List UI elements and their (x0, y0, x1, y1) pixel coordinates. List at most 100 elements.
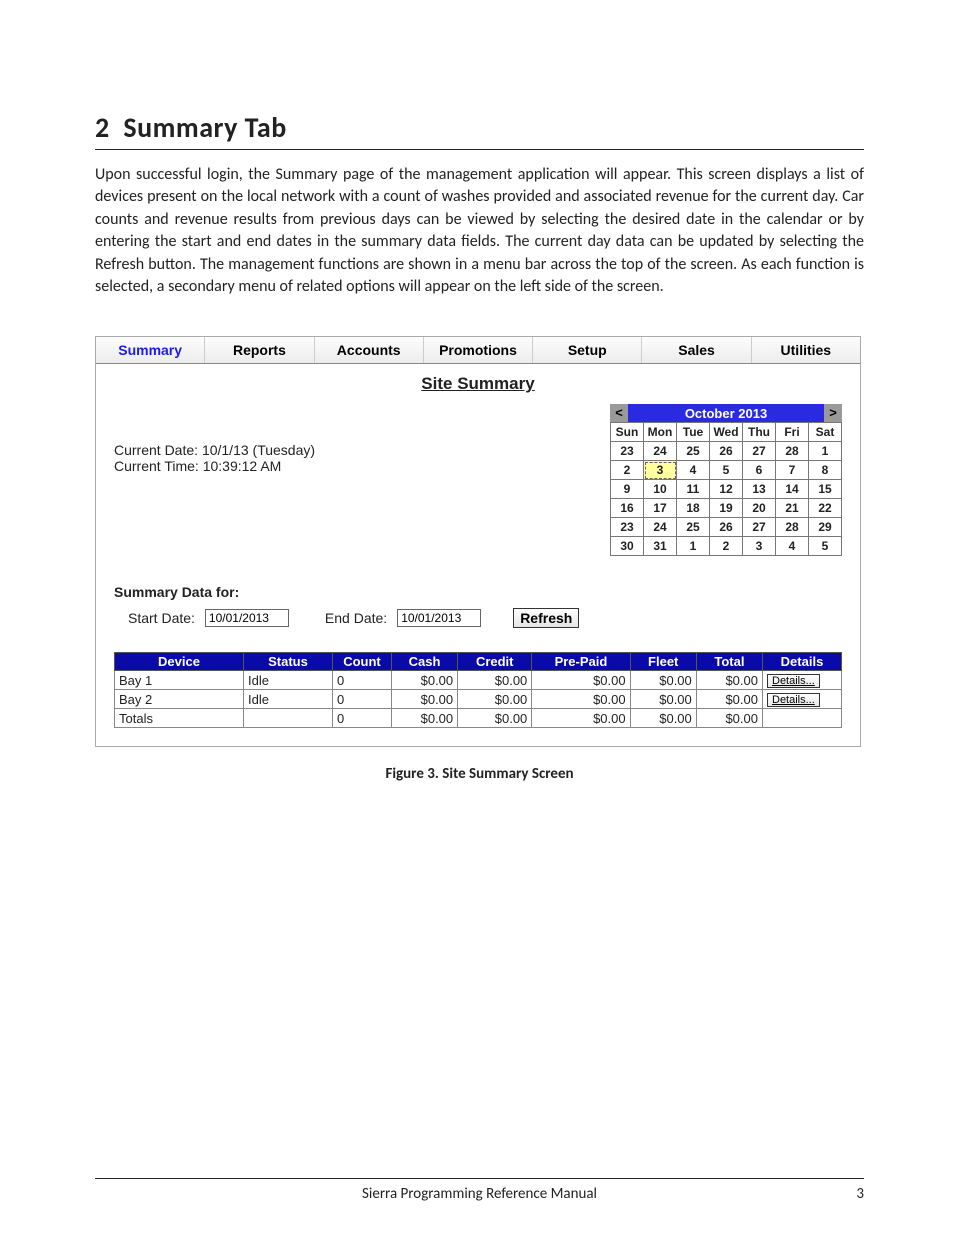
start-date-input[interactable] (205, 609, 289, 627)
th-status: Status (244, 653, 333, 671)
table-row: Bay 1Idle0$0.00$0.00$0.00$0.00$0.00Detai… (115, 671, 842, 690)
calendar-day[interactable]: 20 (743, 499, 776, 518)
heading-number: 2 (95, 110, 110, 145)
calendar-day[interactable]: 31 (644, 537, 677, 556)
calendar-day[interactable]: 26 (710, 518, 743, 537)
cell-total: $0.00 (696, 709, 762, 728)
cell-status: Idle (244, 671, 333, 690)
cal-weekday: Sun (611, 423, 644, 442)
calendar-day[interactable]: 18 (677, 499, 710, 518)
calendar-day[interactable]: 25 (677, 518, 710, 537)
calendar-day[interactable]: 12 (710, 480, 743, 499)
table-row: Totals0$0.00$0.00$0.00$0.00$0.00 (115, 709, 842, 728)
calendar-day[interactable]: 10 (644, 480, 677, 499)
current-date-value: 10/1/13 (Tuesday) (202, 442, 315, 458)
calendar-day[interactable]: 6 (743, 461, 776, 480)
cell-device: Totals (115, 709, 244, 728)
calendar: < October 2013 > Sun Mon Tue Wed Thu (610, 404, 842, 556)
calendar-day[interactable]: 2 (611, 461, 644, 480)
menu-promotions[interactable]: Promotions (424, 337, 533, 363)
cell-status: Idle (244, 690, 333, 709)
menu-bar: Summary Reports Accounts Promotions Setu… (96, 337, 860, 364)
calendar-day[interactable]: 17 (644, 499, 677, 518)
calendar-day[interactable]: 1 (809, 442, 842, 461)
calendar-day[interactable]: 27 (743, 442, 776, 461)
end-date-label: End Date: (325, 610, 387, 626)
cell-status (244, 709, 333, 728)
calendar-day[interactable]: 21 (776, 499, 809, 518)
calendar-day[interactable]: 11 (677, 480, 710, 499)
calendar-day[interactable]: 24 (644, 518, 677, 537)
cell-details: Details... (763, 671, 842, 690)
calendar-day[interactable]: 7 (776, 461, 809, 480)
cell-prepaid: $0.00 (532, 690, 630, 709)
calendar-day[interactable]: 8 (809, 461, 842, 480)
calendar-day[interactable]: 23 (611, 518, 644, 537)
cell-cash: $0.00 (392, 690, 458, 709)
calendar-prev-button[interactable]: < (610, 404, 628, 422)
calendar-day[interactable]: 16 (611, 499, 644, 518)
calendar-day[interactable]: 2 (710, 537, 743, 556)
cal-weekday: Sat (809, 423, 842, 442)
footer-center-text: Sierra Programming Reference Manual (95, 1185, 864, 1203)
calendar-day[interactable]: 5 (710, 461, 743, 480)
calendar-day[interactable]: 14 (776, 480, 809, 499)
calendar-day[interactable]: 26 (710, 442, 743, 461)
start-date-label: Start Date: (128, 610, 195, 626)
calendar-day[interactable]: 15 (809, 480, 842, 499)
calendar-day[interactable]: 4 (677, 461, 710, 480)
menu-accounts[interactable]: Accounts (315, 337, 424, 363)
calendar-day[interactable]: 30 (611, 537, 644, 556)
calendar-day[interactable]: 24 (644, 442, 677, 461)
cell-details: Details... (763, 690, 842, 709)
menu-utilities[interactable]: Utilities (752, 337, 860, 363)
cell-fleet: $0.00 (630, 671, 696, 690)
calendar-day[interactable]: 28 (776, 442, 809, 461)
calendar-day[interactable]: 3 (644, 461, 677, 480)
refresh-button[interactable]: Refresh (513, 608, 579, 628)
calendar-day[interactable]: 29 (809, 518, 842, 537)
calendar-day[interactable]: 9 (611, 480, 644, 499)
cell-cash: $0.00 (392, 709, 458, 728)
cell-device: Bay 2 (115, 690, 244, 709)
calendar-day[interactable]: 1 (677, 537, 710, 556)
cell-count: 0 (333, 671, 392, 690)
menu-setup[interactable]: Setup (533, 337, 642, 363)
date-inputs-row: Start Date: End Date: Refresh (128, 608, 842, 628)
calendar-day[interactable]: 28 (776, 518, 809, 537)
calendar-day[interactable]: 3 (743, 537, 776, 556)
body-paragraph: Upon successful login, the Summary page … (95, 164, 864, 298)
end-date-input[interactable] (397, 609, 481, 627)
th-cash: Cash (392, 653, 458, 671)
calendar-day[interactable]: 4 (776, 537, 809, 556)
cell-count: 0 (333, 690, 392, 709)
site-summary-app: Summary Reports Accounts Promotions Setu… (95, 336, 861, 747)
cell-total: $0.00 (696, 671, 762, 690)
calendar-day[interactable]: 27 (743, 518, 776, 537)
calendar-day[interactable]: 23 (611, 442, 644, 461)
calendar-day[interactable]: 22 (809, 499, 842, 518)
calendar-month-label: October 2013 (628, 406, 824, 421)
cal-weekday: Fri (776, 423, 809, 442)
calendar-day[interactable]: 19 (710, 499, 743, 518)
cell-fleet: $0.00 (630, 690, 696, 709)
details-button[interactable]: Details... (767, 674, 820, 688)
calendar-day[interactable]: 5 (809, 537, 842, 556)
cal-weekday: Tue (677, 423, 710, 442)
calendar-day[interactable]: 13 (743, 480, 776, 499)
th-details: Details (763, 653, 842, 671)
th-credit: Credit (458, 653, 532, 671)
app-title: Site Summary (114, 374, 842, 394)
cell-credit: $0.00 (458, 690, 532, 709)
menu-summary[interactable]: Summary (96, 337, 205, 363)
menu-sales[interactable]: Sales (642, 337, 751, 363)
details-button[interactable]: Details... (767, 693, 820, 707)
table-row: Bay 2Idle0$0.00$0.00$0.00$0.00$0.00Detai… (115, 690, 842, 709)
cell-credit: $0.00 (458, 709, 532, 728)
section-heading: 2 Summary Tab (95, 110, 864, 150)
calendar-next-button[interactable]: > (824, 404, 842, 422)
cal-weekday: Wed (710, 423, 743, 442)
cell-fleet: $0.00 (630, 709, 696, 728)
menu-reports[interactable]: Reports (205, 337, 314, 363)
calendar-day[interactable]: 25 (677, 442, 710, 461)
